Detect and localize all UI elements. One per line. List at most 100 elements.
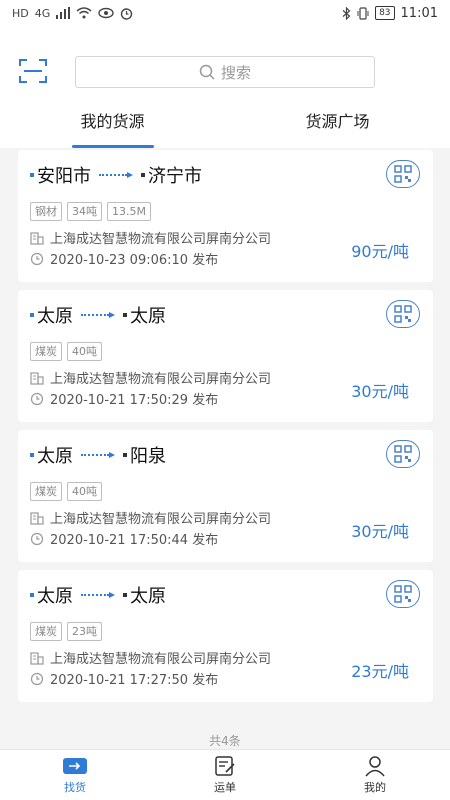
qr-code-icon	[394, 445, 412, 463]
cargo-tags: 煤炭 40吨	[30, 342, 102, 361]
route-arrow-icon	[81, 592, 115, 598]
publish-time-row: 2020-10-21 17:27:50 发布	[30, 669, 218, 688]
company-name: 上海成达智慧物流有限公司屏南分公司	[50, 512, 272, 527]
price: 23元/吨	[351, 662, 409, 681]
company-name: 上海成达智慧物流有限公司屏南分公司	[50, 652, 272, 667]
total-count: 共4条	[209, 734, 241, 748]
nav-label: 找货	[64, 781, 86, 794]
waybill-icon	[215, 756, 235, 776]
destination-marker	[123, 453, 127, 457]
route-arrow-icon	[81, 452, 115, 458]
battery-level: 83	[375, 6, 395, 20]
clock-icon	[30, 392, 44, 405]
clock-icon	[30, 532, 44, 545]
destination-marker	[141, 173, 145, 177]
search-input[interactable]: 搜索	[75, 56, 375, 88]
price: 30元/吨	[351, 382, 409, 401]
signal-icon	[56, 7, 71, 19]
cargo-tags: 煤炭 40吨	[30, 482, 102, 501]
nav-mine[interactable]: 我的	[300, 750, 450, 800]
qr-code-button[interactable]	[386, 160, 420, 188]
qr-code-icon	[394, 165, 412, 183]
alarm-icon	[121, 7, 133, 20]
scan-icon	[19, 59, 47, 83]
tag-weight: 40吨	[67, 482, 102, 501]
qr-code-button[interactable]	[386, 300, 420, 328]
tag-cargo-type: 钢材	[30, 202, 62, 221]
scan-button[interactable]	[18, 58, 48, 84]
publish-time-row: 2020-10-21 17:50:29 发布	[30, 389, 218, 408]
cargo-list: 安阳市 济宁市 钢材 34吨 13.5M 上海成达智慧物流有限公司屏南分公司 2…	[18, 150, 433, 710]
nav-label: 运单	[214, 781, 236, 794]
tag-cargo-type: 煤炭	[30, 342, 62, 361]
cargo-card[interactable]: 太原 太原 煤炭 23吨 上海成达智慧物流有限公司屏南分公司 2020-10-2…	[18, 570, 433, 702]
origin-city: 安阳市	[37, 166, 91, 187]
bottom-nav: 找货 运单 我的	[0, 749, 450, 800]
publish-time: 2020-10-21 17:50:44 发布	[50, 533, 219, 548]
publish-time-row: 2020-10-21 17:50:44 发布	[30, 529, 218, 548]
status-bar: HD 4G 83 11:01	[0, 0, 450, 26]
wifi-icon	[76, 7, 92, 19]
clock-icon	[30, 672, 44, 685]
hd-icon: HD	[12, 6, 29, 20]
qr-code-icon	[394, 585, 412, 603]
company-row: 上海成达智慧物流有限公司屏南分公司	[30, 508, 271, 527]
building-icon	[30, 511, 44, 525]
tag-weight: 23吨	[67, 622, 102, 641]
destination-marker	[123, 313, 127, 317]
vibrate-icon	[357, 6, 369, 20]
header: 搜索 我的货源 货源广场	[0, 26, 450, 148]
active-tab-indicator	[71, 145, 154, 148]
tag-cargo-type: 煤炭	[30, 622, 62, 641]
cargo-card[interactable]: 太原 阳泉 煤炭 40吨 上海成达智慧物流有限公司屏南分公司 2020-10-2…	[18, 430, 433, 562]
nav-find-cargo[interactable]: 找货	[0, 750, 150, 800]
status-time: 11:01	[400, 5, 438, 21]
qr-code-button[interactable]	[386, 580, 420, 608]
cargo-tags: 煤炭 23吨	[30, 622, 102, 641]
tag-weight: 34吨	[67, 202, 102, 221]
destination-city: 太原	[130, 306, 166, 327]
qr-code-button[interactable]	[386, 440, 420, 468]
tag-cargo-type: 煤炭	[30, 482, 62, 501]
tab-label: 我的货源	[80, 112, 145, 131]
eye-icon	[98, 7, 114, 19]
tab-bar: 我的货源 货源广场	[0, 104, 450, 148]
search-icon	[199, 64, 215, 80]
destination-city: 太原	[130, 586, 166, 607]
price: 30元/吨	[351, 522, 409, 541]
building-icon	[30, 371, 44, 385]
tag-length: 13.5M	[107, 202, 151, 221]
nav-label: 我的	[364, 781, 386, 794]
clock-icon	[30, 252, 44, 265]
origin-city: 太原	[37, 306, 73, 327]
company-row: 上海成达智慧物流有限公司屏南分公司	[30, 228, 271, 247]
tab-cargo-plaza[interactable]: 货源广场	[225, 104, 450, 148]
origin-city: 太原	[37, 446, 73, 467]
company-name: 上海成达智慧物流有限公司屏南分公司	[50, 232, 272, 247]
cargo-card[interactable]: 安阳市 济宁市 钢材 34吨 13.5M 上海成达智慧物流有限公司屏南分公司 2…	[18, 150, 433, 282]
company-name: 上海成达智慧物流有限公司屏南分公司	[50, 372, 272, 387]
cargo-card[interactable]: 太原 太原 煤炭 40吨 上海成达智慧物流有限公司屏南分公司 2020-10-2…	[18, 290, 433, 422]
truck-icon	[63, 758, 87, 774]
origin-marker	[30, 453, 34, 457]
destination-city: 阳泉	[130, 446, 166, 467]
company-row: 上海成达智慧物流有限公司屏南分公司	[30, 368, 271, 387]
price: 90元/吨	[351, 242, 409, 261]
tag-weight: 40吨	[67, 342, 102, 361]
status-left: HD 4G	[12, 7, 133, 20]
destination-marker	[123, 593, 127, 597]
route: 太原 阳泉	[30, 442, 166, 468]
destination-city: 济宁市	[148, 166, 202, 187]
route: 太原 太原	[30, 302, 166, 328]
route: 安阳市 济宁市	[30, 162, 202, 188]
search-placeholder: 搜索	[220, 63, 251, 82]
company-row: 上海成达智慧物流有限公司屏南分公司	[30, 648, 271, 667]
tab-my-cargo[interactable]: 我的货源	[0, 104, 225, 148]
status-right: 83 11:01	[342, 6, 438, 21]
origin-marker	[30, 173, 34, 177]
route-arrow-icon	[81, 312, 115, 318]
publish-time: 2020-10-23 09:06:10 发布	[50, 253, 219, 268]
origin-marker	[30, 593, 34, 597]
route-arrow-icon	[99, 172, 133, 178]
nav-waybill[interactable]: 运单	[150, 750, 300, 800]
